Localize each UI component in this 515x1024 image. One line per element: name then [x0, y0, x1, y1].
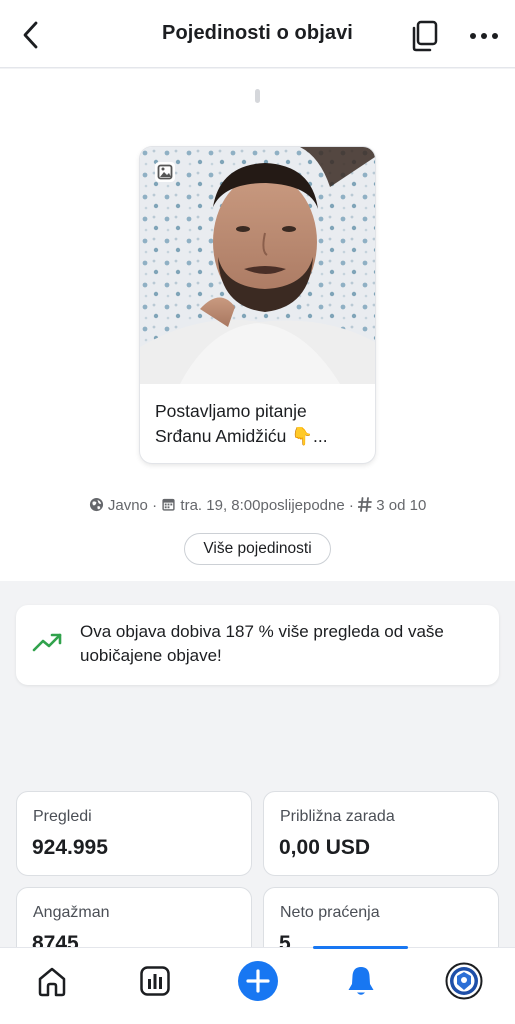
calendar-icon — [162, 498, 175, 511]
top-bar: Pojedinosti o objavi — [0, 0, 515, 68]
nav-create[interactable] — [206, 948, 309, 1024]
post-meta: Javno · tra. 19, 8:00poslijepodne · 3 od… — [0, 497, 515, 514]
home-icon — [38, 967, 65, 997]
more-horizontal-icon — [470, 33, 498, 39]
nav-notifications[interactable] — [309, 948, 412, 1024]
stat-label: Pregledi — [33, 808, 92, 825]
create-icon — [237, 961, 278, 1001]
post-position: 3 od 10 — [376, 497, 427, 514]
more-details-button[interactable]: Više pojedinosti — [184, 533, 331, 565]
notifications-icon — [348, 967, 373, 995]
visibility-label: Javno — [107, 497, 148, 514]
post-caption-line: Srđanu Amidžiću 👇... — [155, 426, 328, 446]
trending-up-icon — [32, 633, 62, 652]
nav-home[interactable] — [0, 948, 103, 1024]
photo-type-icon — [155, 162, 175, 182]
separator: · — [152, 497, 158, 514]
copy-button[interactable] — [406, 18, 444, 54]
copy-icon — [412, 20, 438, 52]
stat-label: Angažman — [33, 904, 110, 921]
stat-card-views[interactable]: Pregledi 924.995 — [16, 791, 252, 876]
nav-profile[interactable] — [412, 948, 515, 1024]
globe-icon — [89, 497, 103, 512]
stat-value: 0,00 USD — [279, 836, 371, 859]
insights-section: Ova objava dobiva 187 % više pregleda od… — [0, 581, 515, 972]
stat-value: 924.995 — [32, 836, 108, 859]
post-date: tra. 19, 8:00poslijepodne — [180, 497, 345, 514]
stat-card-earnings[interactable]: Približna zarada 0,00 USD — [263, 791, 499, 876]
post-caption-line: Postavljamo pitanje — [155, 401, 307, 421]
stat-label: Neto praćenja — [280, 904, 380, 921]
post-caption: Postavljamo pitanje Srđanu Amidžiću 👇... — [155, 399, 365, 449]
profile-avatar — [445, 962, 482, 1000]
more-options-button[interactable] — [464, 20, 504, 52]
separator: · — [348, 497, 354, 514]
insight-text: Ova objava dobiva 187 % više pregleda od… — [80, 622, 444, 665]
hash-icon — [357, 497, 372, 512]
insights-icon — [139, 966, 170, 996]
stat-label: Približna zarada — [280, 808, 395, 825]
post-details-content: Postavljamo pitanje Srđanu Amidžiću 👇...… — [0, 69, 515, 972]
bottom-navigation — [0, 946, 515, 1024]
post-preview-card[interactable]: Postavljamo pitanje Srđanu Amidžiću 👇... — [140, 147, 375, 463]
scroll-indicator — [255, 89, 260, 103]
performance-insight-card: Ova objava dobiva 187 % više pregleda od… — [16, 605, 499, 685]
nav-insights[interactable] — [103, 948, 206, 1024]
